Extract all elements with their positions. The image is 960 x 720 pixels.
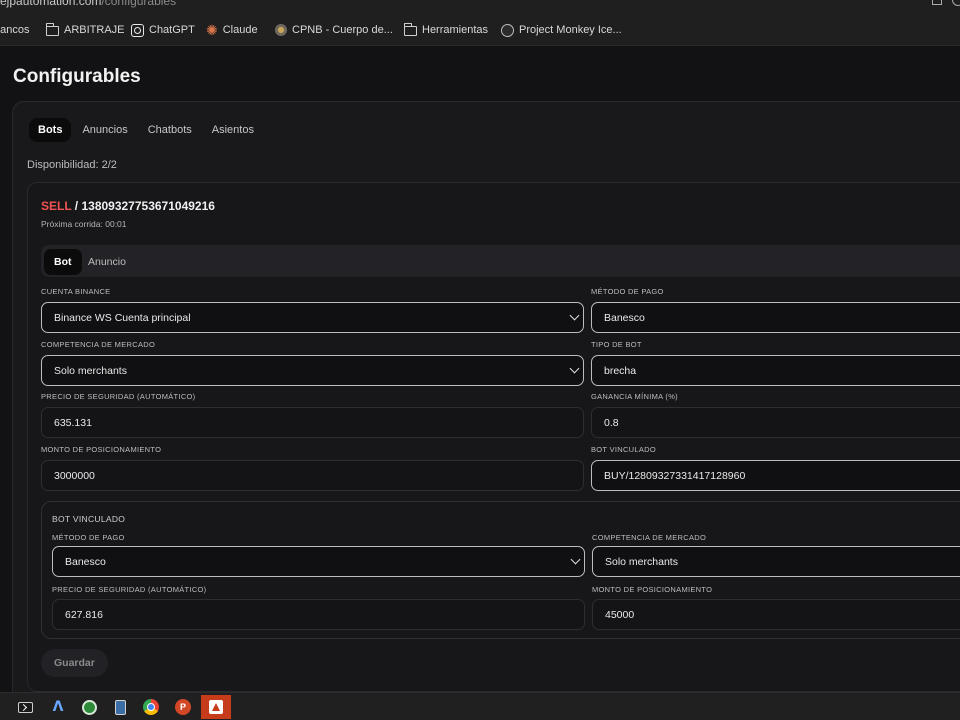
bot-id: 1380932775367104921​6: [81, 199, 215, 213]
metodo-pago-value: Banesco: [604, 311, 645, 324]
cuenta-binance-label: Cuenta Binance: [41, 287, 111, 296]
linked-metodo-pago-select[interactable]: Banesco: [52, 546, 585, 577]
metodo-pago-select[interactable]: Banesco: [591, 302, 960, 333]
url-text[interactable]: ejpautomation.com/configurables: [0, 0, 176, 8]
availability-text: Disponibilidad: 2/2: [27, 159, 117, 171]
bot-side-label: SELL: [41, 199, 72, 213]
linked-precio-seguridad-value: 627.816: [65, 608, 103, 621]
monto-posicionamiento-label: Monto de posicionamiento: [41, 445, 162, 454]
chevron-down-icon: [570, 554, 581, 565]
tipo-bot-select[interactable]: brecha: [591, 355, 960, 386]
chevron-down-icon: [569, 363, 580, 374]
bookmark-label: Herramientas: [422, 24, 489, 36]
chevron-down-icon: [569, 310, 580, 321]
bot-vinculado-select[interactable]: BUY/12809327331417128960: [591, 460, 960, 491]
tipo-bot-value: brecha: [604, 364, 637, 377]
bookmark-chatgpt[interactable]: ChatGPT: [131, 22, 195, 38]
page-content: Configurables Bots Anuncios Chatbots Asi…: [0, 46, 960, 701]
search-icon[interactable]: [952, 0, 960, 6]
bookmark-label: Claude: [222, 24, 258, 36]
linked-competencia-label: Competencia de mercado: [592, 533, 707, 542]
monto-posicionamiento-value: 3000000: [54, 469, 95, 482]
linked-competencia-value: Solo merchants: [605, 555, 678, 568]
precio-seguridad-label: Precio de seguridad (automático): [41, 392, 196, 401]
bot-vinculado-label: Bot vinculado: [591, 445, 657, 454]
bookmark-project-monkey[interactable]: Project Monkey Ice...: [501, 22, 622, 38]
bookmark-cpnb[interactable]: CPNB - Cuerpo de...: [275, 22, 393, 38]
taskbar: Λ P: [0, 692, 960, 720]
project-monkey-icon: [501, 23, 514, 37]
bookmark-label: ARBITRAJE: [64, 24, 125, 36]
linked-bot-panel: Bot vinculado Método de pago Banesco Com…: [41, 501, 960, 639]
bookmark-label: ChatGPT: [149, 24, 195, 36]
bot-title: SELL / 1380932775367104921​6: [41, 199, 215, 213]
url-domain: ejpautomation.com: [0, 0, 102, 8]
bookmark-label: bancos: [0, 24, 30, 36]
terminal-icon[interactable]: [14, 697, 36, 717]
competencia-value: Solo merchants: [54, 364, 127, 377]
bot-title-separator: /: [71, 199, 82, 213]
section-tabs: Bots Anuncios Chatbots Asientos: [29, 118, 263, 142]
precio-seguridad-value: 635.131: [54, 416, 92, 429]
cuenta-binance-value: Binance WS Cuenta principal: [54, 311, 191, 324]
tab-bots[interactable]: Bots: [29, 118, 72, 142]
bookmark-bancos[interactable]: bancos: [0, 22, 29, 38]
bookmark-arbitraje[interactable]: ARBITRAJE: [45, 22, 125, 38]
download-icon[interactable]: [932, 0, 942, 5]
save-button[interactable]: Guardar: [41, 649, 108, 677]
arc-icon[interactable]: Λ: [47, 697, 69, 717]
tipo-bot-label: Tipo de bot: [591, 340, 642, 349]
precio-seguridad-field[interactable]: 635.131: [41, 407, 584, 438]
calculator-icon[interactable]: [109, 697, 131, 717]
competencia-label: Competencia de mercado: [41, 340, 156, 349]
linked-monto-value: 45000: [605, 608, 635, 621]
bookmark-claude[interactable]: ✺ Claude: [206, 22, 258, 38]
bookmark-label: Project Monkey Ice...: [519, 24, 622, 36]
cuenta-binance-select[interactable]: Binance WS Cuenta principal: [41, 302, 584, 333]
red-app-icon[interactable]: [201, 695, 231, 719]
green-app-icon[interactable]: [78, 697, 100, 717]
ganancia-minima-value: 0.8: [604, 416, 619, 429]
monto-posicionamiento-field[interactable]: 3000000: [41, 460, 584, 491]
bot-vinculado-value: BUY/12809327331417128960: [604, 469, 746, 482]
chatgpt-icon: [131, 23, 144, 37]
tab-anuncios[interactable]: Anuncios: [73, 118, 136, 142]
subtab-anuncio[interactable]: Anuncio: [78, 249, 136, 275]
metodo-pago-label: Método de pago: [591, 287, 664, 296]
linked-precio-seguridad-field[interactable]: 627.816: [52, 599, 585, 630]
linked-metodo-pago-value: Banesco: [65, 555, 106, 568]
configurables-card: Bots Anuncios Chatbots Asientos Disponib…: [12, 101, 960, 701]
ganancia-minima-label: Ganancia mínima (%): [591, 392, 678, 401]
linked-monto-label: Monto de posicionamiento: [592, 585, 713, 594]
url-path: /configurables: [101, 0, 177, 8]
address-bar[interactable]: ejpautomation.com/configurables: [0, 0, 960, 11]
powerpoint-icon[interactable]: P: [172, 697, 194, 717]
linked-competencia-select[interactable]: Solo merchants: [592, 546, 960, 577]
folder-icon: [403, 23, 417, 36]
chrome-icon[interactable]: [140, 697, 162, 717]
cpnb-icon: [275, 24, 287, 36]
tab-chatbots[interactable]: Chatbots: [139, 118, 201, 142]
ganancia-minima-field[interactable]: 0.8: [591, 407, 960, 438]
bot-card: SELL / 1380932775367104921​6 Próxima cor…: [27, 182, 960, 692]
next-run-text: Próxima corrida: 00:01: [41, 219, 127, 229]
bookmark-herramientas[interactable]: Herramientas: [403, 22, 489, 38]
competencia-select[interactable]: Solo merchants: [41, 355, 584, 386]
folder-icon: [45, 23, 59, 36]
linked-metodo-pago-label: Método de pago: [52, 533, 125, 542]
linked-bot-title: Bot vinculado: [52, 514, 126, 524]
tab-asientos[interactable]: Asientos: [203, 118, 263, 142]
bot-subtabs: Bot Anuncio: [41, 245, 960, 277]
linked-monto-field[interactable]: 45000: [592, 599, 960, 630]
claude-icon: ✺: [206, 22, 218, 38]
subtab-bot[interactable]: Bot: [44, 249, 82, 275]
bookmark-label: CPNB - Cuerpo de...: [292, 24, 393, 36]
bookmarks-bar: bancos ARBITRAJE ChatGPT ✺ Claude CPNB -…: [0, 11, 960, 46]
linked-precio-seguridad-label: Precio de seguridad (automático): [52, 585, 207, 594]
page-title: Configurables: [13, 66, 141, 87]
